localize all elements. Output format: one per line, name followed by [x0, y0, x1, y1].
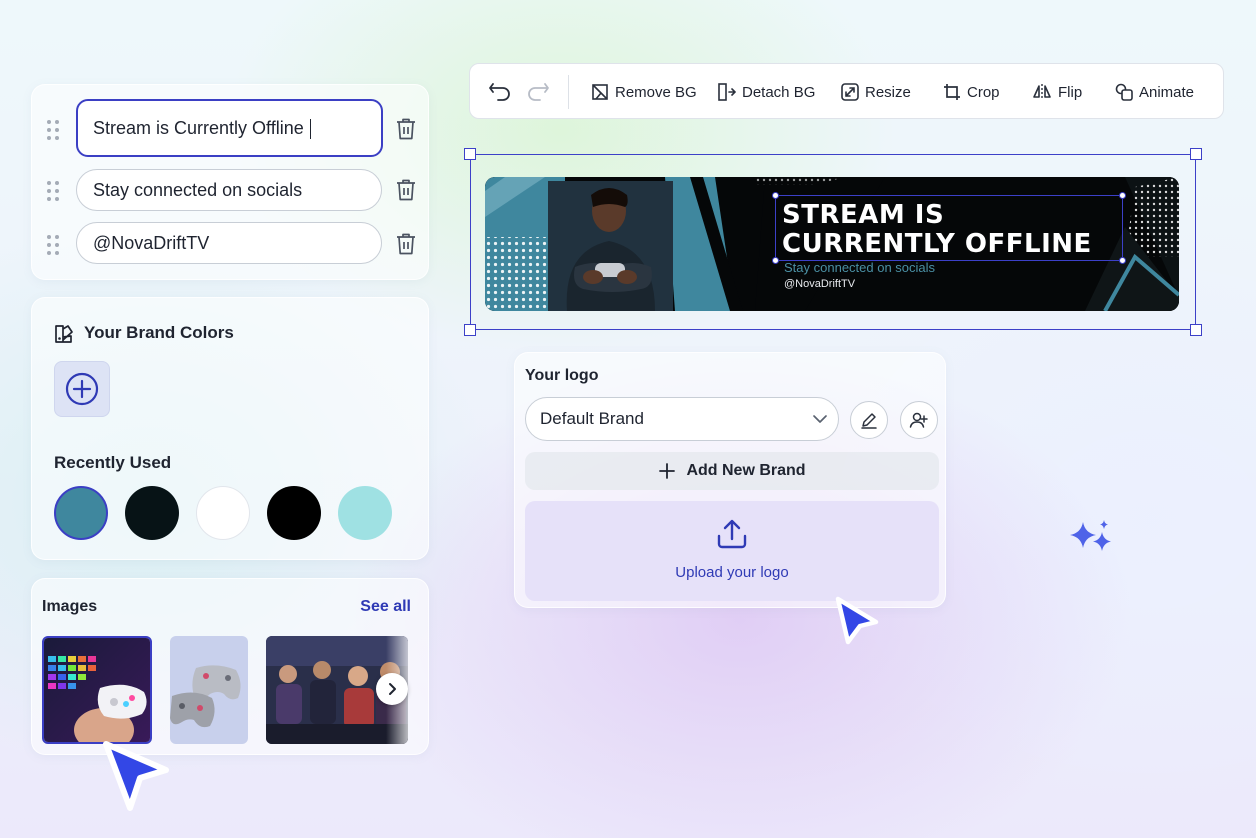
banner-handle: @NovaDriftTV	[784, 278, 856, 290]
recently-used-title: Recently Used	[54, 453, 172, 472]
brand-colors-title: Your Brand Colors	[84, 323, 234, 342]
trash-icon[interactable]	[395, 232, 417, 256]
drag-handle-icon[interactable]	[47, 181, 61, 201]
mouse-cursor-icon	[835, 596, 879, 645]
image-thumbnail-keyboard-gamepad[interactable]	[42, 636, 152, 744]
remove-bg-icon	[592, 84, 608, 100]
text-row-handle: @NovaDriftTV	[32, 222, 430, 266]
text-resize-handle[interactable]	[772, 192, 779, 199]
redo-button[interactable]	[526, 64, 556, 120]
remove-bg-button[interactable]: Remove BG	[591, 64, 697, 120]
add-user-button[interactable]	[900, 401, 938, 439]
text-row-title: Stream is Currently Offline	[32, 99, 430, 157]
drag-handle-icon[interactable]	[47, 120, 61, 140]
your-logo-title: Your logo	[525, 367, 599, 384]
text-resize-handle[interactable]	[1119, 192, 1126, 199]
plus-icon	[659, 463, 676, 479]
plus-circle-icon	[65, 372, 99, 406]
detach-bg-button[interactable]: Detach BG	[718, 64, 815, 120]
logo-panel: Your logo Default Brand Add New Brand Up…	[514, 352, 946, 608]
editor-toolbar: Remove BG Detach BG Resize Crop Flip Ani…	[469, 63, 1224, 119]
undo-icon	[489, 83, 510, 101]
undo-button[interactable]	[488, 64, 518, 120]
resize-button[interactable]: Resize	[841, 64, 911, 120]
text-resize-handle[interactable]	[1119, 257, 1126, 264]
images-title: Images	[42, 598, 98, 615]
detach-bg-icon	[718, 83, 736, 101]
sparkle-icon	[1070, 520, 1111, 551]
text-row-subtitle: Stay connected on socials	[32, 168, 430, 212]
text-field-handle[interactable]: @NovaDriftTV	[76, 222, 382, 264]
text-selection-box[interactable]	[772, 192, 1126, 264]
brand-select[interactable]: Default Brand	[525, 397, 839, 441]
banner-subtitle: Stay connected on socials	[784, 260, 936, 275]
brand-colors-panel: Your Brand Colors Recently Used	[31, 297, 429, 560]
flip-button[interactable]: Flip	[1032, 64, 1082, 120]
resize-handle[interactable]	[1190, 148, 1202, 160]
upload-icon	[717, 519, 747, 549]
drag-handle-icon[interactable]	[47, 235, 61, 255]
text-caret	[309, 119, 312, 140]
add-color-button[interactable]	[54, 361, 110, 417]
color-swatch[interactable]	[125, 486, 179, 540]
add-user-icon	[909, 412, 928, 428]
crop-button[interactable]: Crop	[943, 64, 1000, 120]
trash-icon[interactable]	[395, 117, 417, 141]
edit-brand-button[interactable]	[850, 401, 888, 439]
resize-handle[interactable]	[464, 324, 476, 336]
toolbar-divider	[568, 75, 569, 109]
resize-handle[interactable]	[464, 148, 476, 160]
stream-offline-banner[interactable]: STREAM IS CURRENTLY OFFLINE Stay connect…	[485, 177, 1179, 311]
upload-logo-dropzone[interactable]: Upload your logo	[525, 501, 939, 601]
text-layers-panel: Stream is Currently Offline Stay connect…	[31, 84, 429, 280]
mouse-cursor-icon	[103, 741, 169, 811]
resize-handle[interactable]	[1190, 324, 1202, 336]
color-swatch[interactable]	[196, 486, 250, 540]
crop-icon	[944, 84, 960, 100]
pencil-icon	[861, 413, 877, 429]
chevron-right-icon	[389, 683, 396, 695]
see-all-link[interactable]: See all	[360, 598, 411, 616]
text-resize-handle[interactable]	[772, 257, 779, 264]
palette-icon	[55, 325, 73, 343]
upload-logo-label: Upload your logo	[675, 564, 789, 581]
color-swatch[interactable]	[267, 486, 321, 540]
trash-icon[interactable]	[395, 178, 417, 202]
chevron-down-icon	[813, 415, 827, 423]
text-field-subtitle[interactable]: Stay connected on socials	[76, 169, 382, 211]
gaming-keyboard-image	[44, 638, 150, 742]
images-panel: Images See all	[31, 578, 429, 755]
text-field-title[interactable]: Stream is Currently Offline	[76, 99, 383, 157]
animate-icon	[1115, 83, 1133, 101]
redo-icon	[528, 83, 549, 101]
resize-icon	[841, 83, 859, 101]
add-new-brand-button[interactable]: Add New Brand	[525, 452, 939, 490]
next-images-button[interactable]	[376, 673, 408, 705]
image-thumbnail-gamepads[interactable]	[170, 636, 248, 744]
color-swatch[interactable]	[54, 486, 108, 540]
color-swatch[interactable]	[338, 486, 392, 540]
flip-icon	[1033, 84, 1051, 100]
gamepads-image	[170, 636, 248, 744]
animate-button[interactable]: Animate	[1115, 64, 1194, 120]
